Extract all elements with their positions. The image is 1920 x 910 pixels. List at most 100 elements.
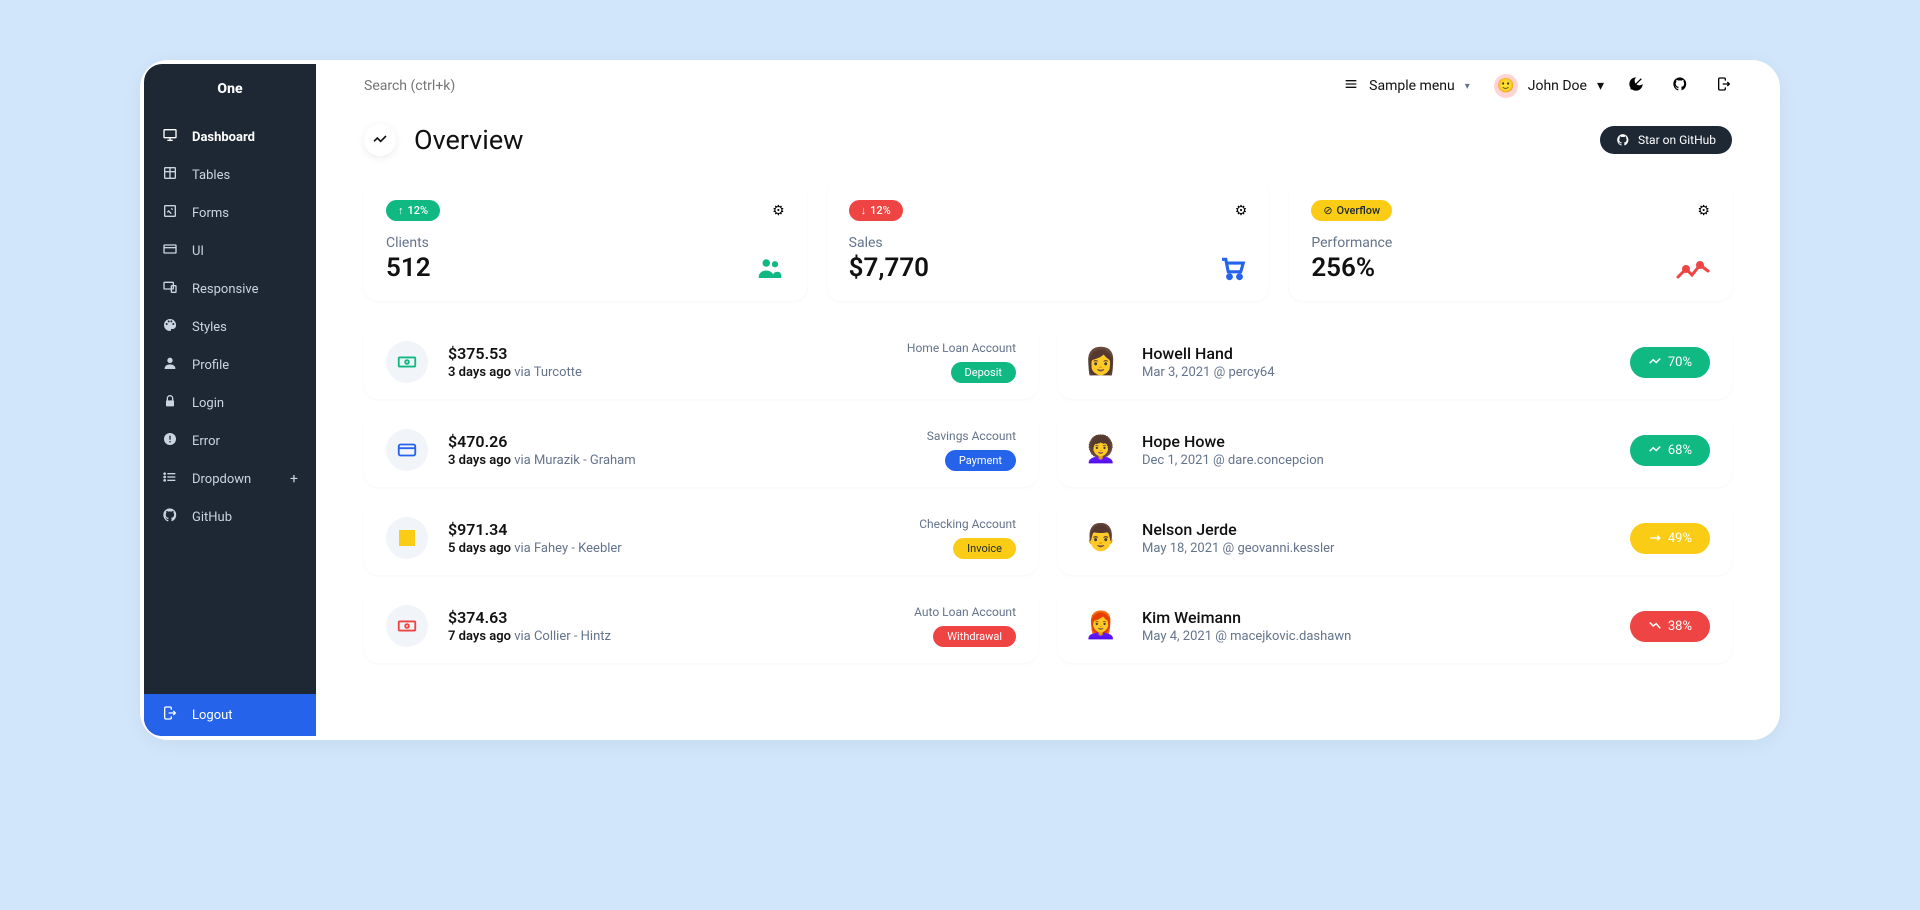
sidebar-item-profile[interactable]: Profile: [144, 346, 316, 384]
client-item[interactable]: 👩 Howell Hand Mar 3, 2021 @ percy64 70%: [1058, 325, 1732, 399]
lock-icon: [162, 393, 178, 413]
search-input[interactable]: [364, 78, 1319, 94]
client-item[interactable]: 👩‍🦱 Hope Howe Dec 1, 2021 @ dare.concepc…: [1058, 413, 1732, 487]
sidebar-item-responsive[interactable]: Responsive: [144, 270, 316, 308]
ui-icon: [162, 241, 178, 261]
stat-label: Performance: [1311, 235, 1392, 251]
transaction-badge: Deposit: [951, 362, 1016, 383]
transaction-badge: Invoice: [953, 538, 1016, 559]
chevron-down-icon: ▾: [1597, 78, 1604, 94]
transaction-account: Checking Account: [919, 517, 1016, 531]
stat-card-performance: ⊘ Overflow ⚙ Performance 256%: [1289, 182, 1732, 301]
chevron-down-icon: ▾: [1465, 81, 1470, 92]
github-button-label: Star on GitHub: [1638, 133, 1716, 147]
client-avatar: 👩: [1080, 341, 1122, 383]
gear-icon[interactable]: ⚙: [772, 203, 785, 219]
gear-icon[interactable]: ⚙: [1235, 203, 1248, 219]
client-meta: Mar 3, 2021 @ percy64: [1142, 365, 1610, 380]
user-name-label: John Doe: [1528, 78, 1587, 94]
app-window: One Dashboard Tables Forms UI Responsive: [140, 60, 1780, 740]
client-trend-pill: 68%: [1630, 435, 1710, 466]
money-icon: [386, 341, 428, 383]
client-avatar: 👩‍🦱: [1080, 429, 1122, 471]
clients-list: 👩 Howell Hand Mar 3, 2021 @ percy64 70% …: [1058, 325, 1732, 677]
lists-row: $375.53 3 days ago via Turcotte Home Loa…: [364, 325, 1732, 677]
user-menu-dropdown[interactable]: 🙂 John Doe ▾: [1494, 74, 1604, 98]
client-name: Nelson Jerde: [1142, 520, 1610, 539]
theme-toggle-icon[interactable]: [1628, 76, 1644, 96]
sidebar-item-forms[interactable]: Forms: [144, 194, 316, 232]
stat-card-sales: ↓ 12% ⚙ Sales $7,770: [827, 182, 1270, 301]
cart-icon: [1217, 253, 1247, 283]
client-trend-pill: 38%: [1630, 611, 1710, 642]
logout-icon: [162, 705, 178, 725]
star-github-button[interactable]: Star on GitHub: [1600, 126, 1732, 154]
sidebar-item-label: Tables: [192, 168, 230, 183]
github-icon[interactable]: [1672, 76, 1688, 96]
page-title: Overview: [414, 124, 523, 156]
stats-row: ↑ 12% ⚙ Clients 512 ↓ 12% ⚙: [364, 182, 1732, 301]
topbar: Sample menu ▾ 🙂 John Doe ▾: [316, 60, 1780, 112]
transaction-amount: $375.53: [448, 344, 887, 363]
menu-icon: [1343, 76, 1359, 96]
client-item[interactable]: 👨 Nelson Jerde May 18, 2021 @ geovanni.k…: [1058, 501, 1732, 575]
trend-down-icon: [1648, 619, 1662, 633]
transaction-amount: $971.34: [448, 520, 899, 539]
sidebar-item-dropdown[interactable]: Dropdown +: [144, 460, 316, 498]
sidebar-item-error[interactable]: Error: [144, 422, 316, 460]
client-name: Howell Hand: [1142, 344, 1610, 363]
sample-menu-dropdown[interactable]: Sample menu ▾: [1343, 76, 1470, 96]
list-icon: [162, 469, 178, 489]
client-meta: May 4, 2021 @ macejkovic.dashawn: [1142, 629, 1610, 644]
stat-value: 512: [386, 253, 431, 283]
trend-up-icon: [1648, 443, 1662, 457]
stat-label: Clients: [386, 235, 431, 251]
transaction-amount: $470.26: [448, 432, 907, 451]
sidebar-item-label: Responsive: [192, 282, 259, 297]
sidebar-item-dashboard[interactable]: Dashboard: [144, 118, 316, 156]
transaction-account: Home Loan Account: [907, 341, 1016, 355]
overview-icon: [364, 124, 396, 156]
sidebar-item-github[interactable]: GitHub: [144, 498, 316, 536]
transaction-item[interactable]: $470.26 3 days ago via Murazik - Graham …: [364, 413, 1038, 487]
client-item[interactable]: 👩‍🦰 Kim Weimann May 4, 2021 @ macejkovic…: [1058, 589, 1732, 663]
transaction-badge: Payment: [945, 450, 1016, 471]
sidebar-nav: Dashboard Tables Forms UI Responsive Sty…: [144, 114, 316, 694]
trend-up-icon: [1648, 355, 1662, 369]
sidebar-item-login[interactable]: Login: [144, 384, 316, 422]
sidebar-item-ui[interactable]: UI: [144, 232, 316, 270]
brand-logo[interactable]: One: [144, 64, 316, 114]
square-icon: [386, 517, 428, 559]
sidebar-item-tables[interactable]: Tables: [144, 156, 316, 194]
transaction-meta: 3 days ago via Murazik - Graham: [448, 453, 907, 468]
sidebar-item-label: Forms: [192, 206, 229, 221]
client-trend-pill: 70%: [1630, 347, 1710, 378]
card-icon: [386, 429, 428, 471]
money-icon: [386, 605, 428, 647]
gear-icon[interactable]: ⚙: [1697, 203, 1710, 219]
page-header: Overview Star on GitHub: [364, 124, 1732, 156]
client-name: Kim Weimann: [1142, 608, 1610, 627]
sample-menu-label: Sample menu: [1369, 78, 1455, 94]
stat-value: 256%: [1311, 253, 1392, 283]
transaction-item[interactable]: $374.63 7 days ago via Collier - Hintz A…: [364, 589, 1038, 663]
error-icon: [162, 431, 178, 451]
client-trend-pill: 49%: [1630, 523, 1710, 554]
exit-icon[interactable]: [1716, 76, 1732, 96]
sidebar-item-label: GitHub: [192, 510, 232, 525]
trend-pill: ↓ 12%: [849, 200, 903, 221]
sidebar-item-label: UI: [192, 244, 204, 259]
sidebar-item-styles[interactable]: Styles: [144, 308, 316, 346]
sidebar-item-label: Error: [192, 434, 220, 449]
trend-flat-icon: [1648, 531, 1662, 545]
chart-line-icon: [1676, 259, 1710, 283]
github-icon: [162, 507, 178, 527]
sidebar-item-label: Login: [192, 396, 224, 411]
stat-label: Sales: [849, 235, 929, 251]
logout-button[interactable]: Logout: [144, 694, 316, 736]
transaction-account: Savings Account: [927, 429, 1016, 443]
transaction-item[interactable]: $375.53 3 days ago via Turcotte Home Loa…: [364, 325, 1038, 399]
client-avatar: 👨: [1080, 517, 1122, 559]
transaction-item[interactable]: $971.34 5 days ago via Fahey - Keebler C…: [364, 501, 1038, 575]
logout-label: Logout: [192, 708, 233, 723]
